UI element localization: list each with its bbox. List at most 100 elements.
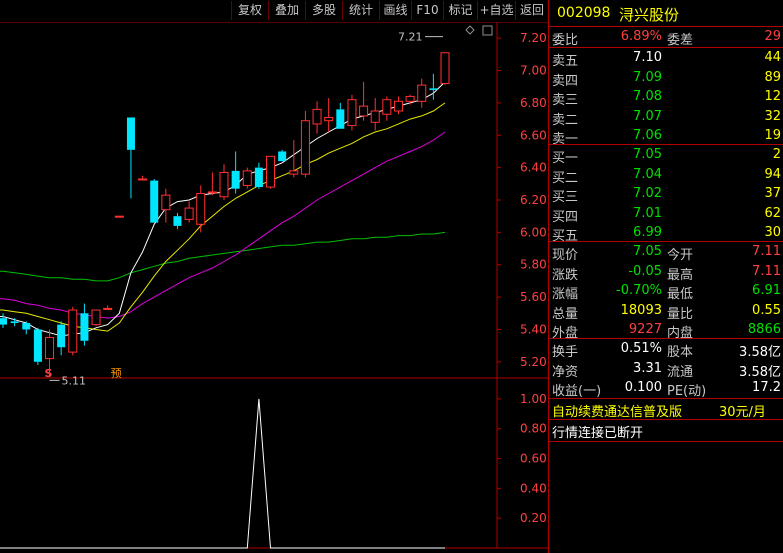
multi-stock-button[interactable]: 多股 — [305, 1, 342, 20]
candle — [417, 78, 427, 108]
candle-body — [68, 309, 78, 353]
bid-price: 7.01 — [633, 205, 662, 221]
candle — [324, 98, 334, 133]
candle — [289, 140, 299, 178]
draw-line-button[interactable]: 画线 — [379, 1, 411, 20]
candle — [219, 164, 229, 200]
candle-body — [429, 88, 438, 90]
candle — [80, 303, 89, 346]
candle — [138, 175, 148, 181]
candle-body — [114, 215, 124, 218]
candle — [266, 155, 276, 189]
f10-button[interactable]: F10 — [411, 1, 443, 20]
indicator-line — [0, 398, 445, 549]
fund-value: 3.31 — [633, 360, 662, 376]
candlesticks — [0, 52, 450, 377]
quote-value: 7.05 — [633, 244, 662, 259]
quote-value-2: 7.11 — [752, 263, 781, 279]
candle-body — [33, 329, 42, 362]
diamond-icon — [465, 25, 475, 35]
indicator-tick-label: 0.20 — [520, 511, 547, 525]
quote-value-2: 7.11 — [752, 244, 781, 259]
ask-price: 7.10 — [633, 50, 662, 65]
weicha-value: 29 — [764, 29, 781, 44]
stock-code: 002098 — [557, 5, 611, 21]
ask-price: 7.09 — [633, 69, 662, 85]
promo-price[interactable]: 30元/月 — [719, 401, 766, 420]
candle-body — [207, 191, 217, 194]
candle — [393, 96, 403, 115]
candle — [161, 188, 171, 223]
candle-body — [231, 170, 240, 189]
bid-volume: 2 — [772, 147, 781, 162]
price-tick-label: 5.80 — [520, 258, 547, 272]
bid-price: 6.99 — [633, 225, 662, 240]
candle — [196, 185, 206, 233]
indicator-tick-label: 0.80 — [520, 422, 547, 436]
fuquan-button[interactable]: 复权 — [231, 1, 268, 20]
candle-body — [0, 318, 7, 325]
promo-row[interactable]: 自动续费通达信普及版 30元/月 — [549, 398, 783, 420]
candle — [429, 73, 438, 100]
candle-body — [22, 322, 31, 330]
overlay-button[interactable]: 叠加 — [268, 1, 305, 20]
candle — [231, 151, 240, 194]
quote-value: -0.05 — [628, 263, 662, 279]
candle-body — [196, 193, 206, 225]
candle-body — [103, 307, 113, 310]
candle — [126, 117, 135, 199]
price-tick-label: 5.40 — [520, 322, 547, 336]
high-price-label: 7.21 — [398, 31, 423, 44]
candle — [242, 167, 252, 189]
candle — [336, 102, 345, 129]
mark-button[interactable]: 标记 — [443, 1, 477, 20]
candle-body — [278, 151, 287, 162]
bid-volume: 30 — [764, 225, 781, 240]
kline-chart[interactable]: 7.20 7.00 6.80 6.60 6.40 6.20 6.00 5.80 5.60 5.40… — [0, 22, 548, 553]
quote-value: -0.70% — [616, 283, 662, 298]
promo-text[interactable]: 自动续费通达信普及版 — [552, 401, 682, 420]
candle-body — [45, 337, 55, 360]
price-axis-ticks: 7.20 7.00 6.80 6.60 6.40 6.20 6.00 5.80 5.60 5.40… — [497, 31, 547, 369]
quote-value-2: 8866 — [747, 322, 781, 337]
add-watchlist-button[interactable]: +自选 — [477, 1, 515, 20]
statistics-button[interactable]: 统计 — [342, 1, 379, 20]
ask-volume: 89 — [764, 69, 781, 85]
fund-label: 收益(一) — [552, 384, 602, 399]
bid-price: 7.02 — [633, 186, 662, 201]
price-tick-label: 6.80 — [520, 96, 547, 110]
ask-price: 7.06 — [633, 128, 662, 143]
candle — [91, 309, 101, 327]
chart-toolbar: 复权 叠加 多股 统计 画线 F10 标记 +自选 返回 — [0, 0, 549, 22]
connection-status: 行情连接已断开 — [552, 426, 644, 441]
sell-signal-marker: S — [45, 367, 53, 380]
price-tick-label: 7.20 — [520, 31, 547, 45]
weibi-value: 6.89% — [620, 29, 662, 44]
ask-volume: 19 — [764, 128, 781, 143]
candle — [359, 81, 369, 121]
indicator-tick-label: 1.00 — [520, 392, 547, 406]
price-tick-label: 7.00 — [520, 64, 547, 78]
candle-body — [242, 170, 252, 186]
bid-volume: 94 — [764, 166, 781, 182]
candle-body — [324, 116, 334, 122]
ma20-line — [0, 131, 446, 319]
candle-body — [440, 52, 450, 84]
low-price-label: 5.11 — [62, 374, 87, 387]
candle-body — [150, 180, 159, 223]
stock-header: 002098 浔兴股份 — [549, 1, 783, 25]
fundamental-row: 收益(一) 0.100 PE(动) 17.2 — [549, 377, 783, 399]
candle-body — [161, 194, 171, 211]
indicator-tick-label: 0.60 — [520, 452, 547, 466]
candle — [278, 149, 287, 162]
fund-value: 0.100 — [624, 380, 662, 395]
price-tick-label: 6.00 — [520, 225, 547, 239]
weibi-row: 委比 6.89% 委差 29 — [549, 26, 783, 48]
ma10-line — [0, 102, 446, 332]
candle-body — [80, 313, 89, 341]
candle-body — [254, 167, 263, 188]
back-button[interactable]: 返回 — [515, 1, 549, 20]
candle — [405, 94, 415, 105]
price-tick-label: 6.20 — [520, 193, 547, 207]
price-tick-label: 5.60 — [520, 290, 547, 304]
